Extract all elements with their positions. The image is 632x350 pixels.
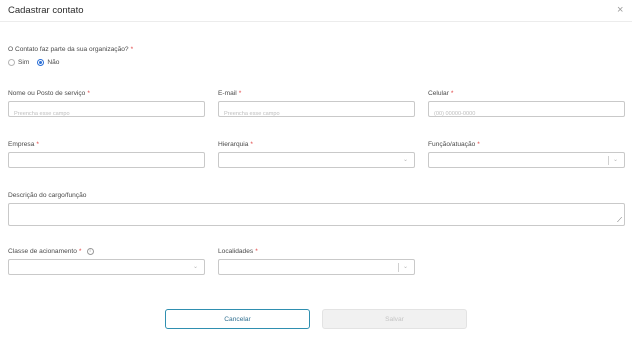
required-mark: * xyxy=(87,90,90,97)
resize-handle-icon[interactable]: ⟋ xyxy=(617,217,622,224)
trigger-class-label: Classe de acionamento * i xyxy=(8,247,94,256)
required-mark: * xyxy=(255,248,258,255)
description-label-text: Descrição do cargo/função xyxy=(8,192,87,199)
org-radio-group: Sim Não xyxy=(8,58,67,67)
description-label: Descrição do cargo/função xyxy=(8,191,86,200)
locations-label: Localidades * xyxy=(218,247,258,256)
company-input[interactable] xyxy=(9,158,204,172)
chevron-down-icon: ⌄ xyxy=(402,157,408,163)
save-button[interactable]: Salvar xyxy=(322,309,467,329)
name-input[interactable] xyxy=(9,107,204,121)
name-field-box xyxy=(8,101,205,121)
role-select[interactable]: ⌄ xyxy=(428,152,625,168)
radio-nao[interactable] xyxy=(37,59,45,66)
modal-header: Cadastrar contato × xyxy=(0,0,632,22)
close-icon[interactable]: × xyxy=(617,3,623,17)
required-mark: * xyxy=(238,90,242,97)
description-textarea[interactable]: ⟋ xyxy=(8,203,625,226)
role-label: Função/atuação * xyxy=(428,140,480,149)
locations-label-text: Localidades xyxy=(218,248,254,255)
select-separator xyxy=(398,263,399,272)
chevron-down-icon: ⌄ xyxy=(612,157,618,163)
radio-option-sim[interactable]: Sim xyxy=(8,59,29,66)
email-field-box xyxy=(218,101,415,121)
chevron-down-icon: ⌄ xyxy=(402,264,408,270)
chevron-down-icon: ⌄ xyxy=(192,264,198,270)
radio-option-nao[interactable]: Não xyxy=(37,59,59,66)
trigger-class-label-text: Classe de acionamento xyxy=(8,248,77,255)
company-label: Empresa * xyxy=(8,140,39,149)
name-label-text: Nome ou Posto de serviço xyxy=(8,90,86,97)
modal-title: Cadastrar contato xyxy=(8,5,84,16)
hierarchy-label-text: Hierarquia xyxy=(218,141,249,148)
required-mark: * xyxy=(477,141,480,148)
email-input[interactable] xyxy=(219,107,414,121)
org-question-text: O Contato faz parte da sua organização? xyxy=(8,46,129,53)
hierarchy-label: Hierarquia * xyxy=(218,140,253,149)
email-label: E-mail * xyxy=(218,89,241,98)
radio-nao-label: Não xyxy=(47,59,60,66)
required-mark: * xyxy=(250,141,253,148)
phone-label: Celular * xyxy=(428,89,453,98)
company-field-box xyxy=(8,152,205,172)
required-mark: * xyxy=(36,141,39,148)
org-question-label: O Contato faz parte da sua organização? * xyxy=(8,45,133,54)
hierarchy-select[interactable]: ⌄ xyxy=(218,152,415,168)
cancel-button[interactable]: Cancelar xyxy=(165,309,310,329)
required-mark: * xyxy=(450,90,454,97)
company-label-text: Empresa xyxy=(8,141,35,148)
role-label-text: Função/atuação xyxy=(428,141,476,148)
phone-label-text: Celular xyxy=(428,90,449,97)
phone-field-box xyxy=(428,101,625,121)
info-icon[interactable]: i xyxy=(86,247,94,255)
required-mark: * xyxy=(78,248,82,255)
radio-sim-label: Sim xyxy=(18,59,30,66)
locations-select[interactable]: ⌄ xyxy=(218,259,415,275)
email-label-text: E-mail xyxy=(218,90,237,97)
trigger-class-select[interactable]: ⌄ xyxy=(8,259,205,275)
radio-sim[interactable] xyxy=(8,59,15,66)
phone-input[interactable] xyxy=(429,107,624,121)
name-label: Nome ou Posto de serviço * xyxy=(8,89,90,98)
select-separator xyxy=(608,156,609,165)
required-mark: * xyxy=(130,46,134,53)
